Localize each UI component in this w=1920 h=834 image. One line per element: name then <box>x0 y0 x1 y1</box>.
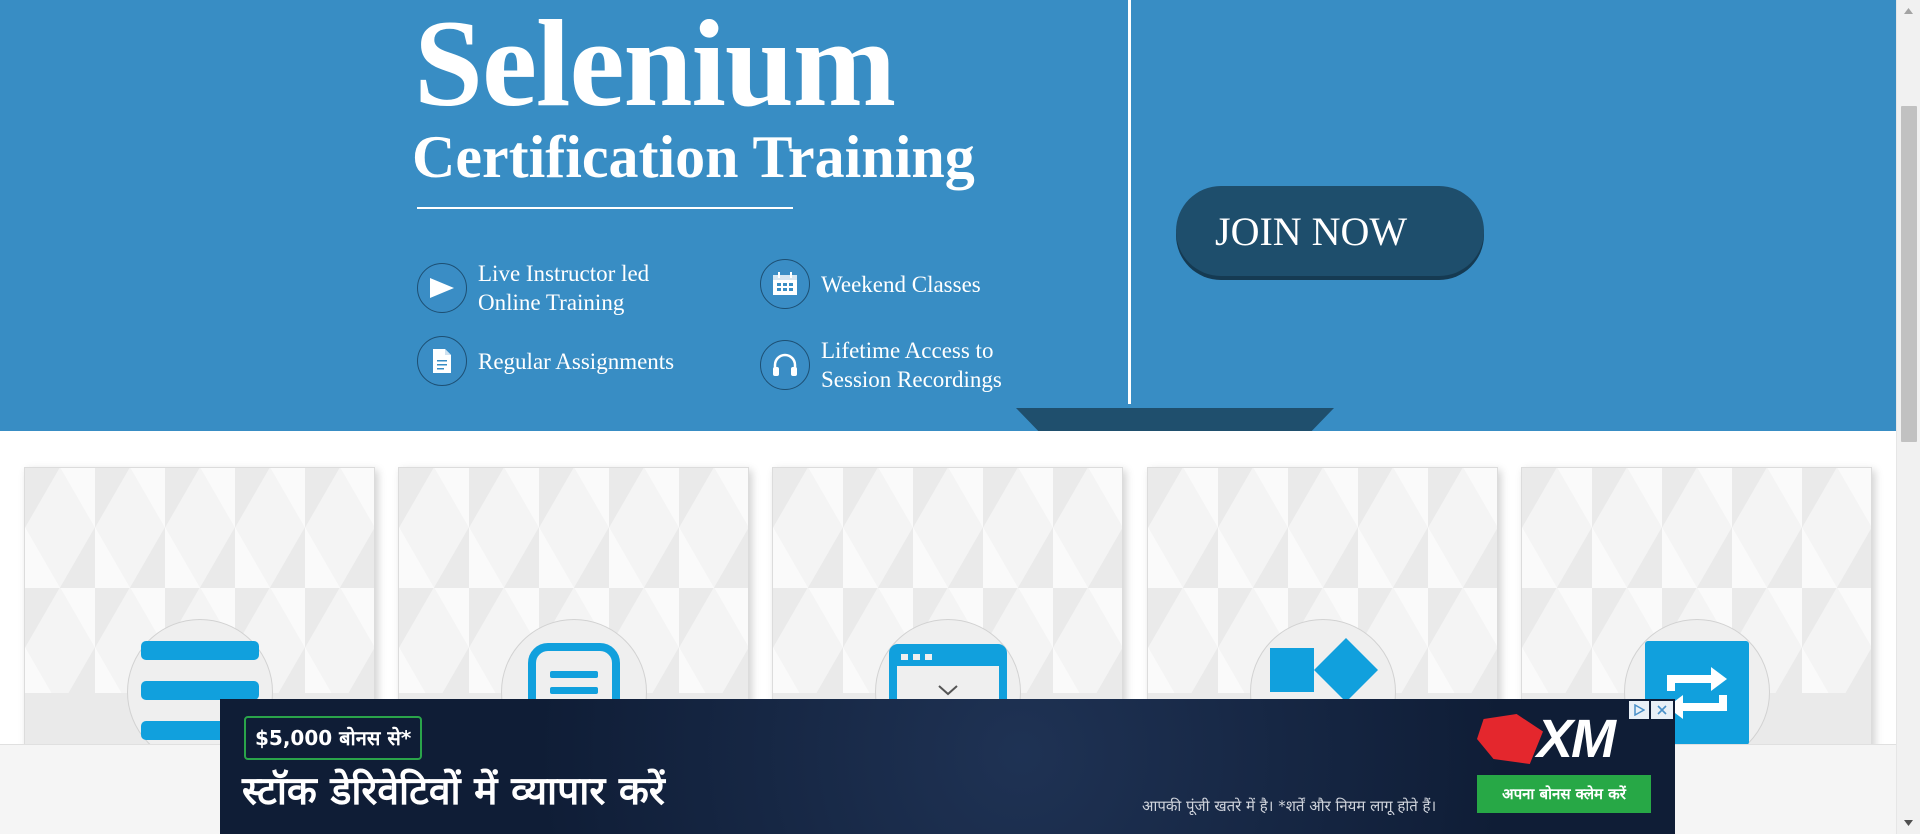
scroll-up-arrow-icon[interactable] <box>1897 0 1920 22</box>
document-icon <box>417 336 467 386</box>
bull-logo-icon <box>1477 714 1543 764</box>
feature-regular-assignments: Regular Assignments <box>417 336 698 386</box>
feature-weekend-classes: Weekend Classes <box>760 259 1041 309</box>
feature-lifetime-access: Lifetime Access to Session Recordings <box>760 336 1041 394</box>
feature-label: Lifetime Access to Session Recordings <box>821 338 1002 392</box>
calendar-icon <box>760 259 810 309</box>
hero-divider-line <box>417 207 793 209</box>
scrollbar-thumb[interactable] <box>1901 106 1917 442</box>
feature-live-instructor: Live Instructor led Online Training <box>417 259 698 317</box>
xm-logo: XM <box>1477 709 1616 769</box>
hero-subtitle: Certification Training <box>412 124 975 190</box>
headphones-icon <box>760 340 810 390</box>
adchoices-icon[interactable] <box>1629 701 1649 719</box>
hero-banner: Selenium Certification Training Live Ins… <box>0 0 1896 431</box>
ad-disclaimer: आपकी पूंजी खतरे में है। *शर्तें और नियम … <box>1142 797 1437 815</box>
feature-label: Weekend Classes <box>821 271 981 297</box>
advertisement-banner[interactable]: $5,000 बोनस से* स्टॉक डेरिवेटिवों में व्… <box>220 699 1675 834</box>
vertical-scrollbar[interactable] <box>1896 0 1920 834</box>
scroll-down-arrow-icon[interactable] <box>1897 812 1920 834</box>
hero-vertical-divider <box>1128 0 1131 404</box>
close-icon[interactable] <box>1651 701 1673 719</box>
hero-bottom-tab <box>1016 408 1334 431</box>
claim-bonus-button[interactable]: अपना बोनस क्लेम करें <box>1477 775 1651 813</box>
browser-viewport: Selenium Certification Training Live Ins… <box>0 0 1920 834</box>
feature-label: Regular Assignments <box>478 348 675 374</box>
feature-label: Live Instructor led Online Training <box>478 261 650 315</box>
ad-bonus-badge: $5,000 बोनस से* <box>244 716 423 760</box>
ad-brand-text: XM <box>1537 709 1616 769</box>
ad-headline: स्टॉक डेरिवेटिवों में व्यापार करें <box>242 769 665 814</box>
hero-title: Selenium <box>414 0 896 132</box>
play-icon <box>417 263 467 313</box>
join-now-button[interactable]: JOIN NOW <box>1176 186 1484 276</box>
